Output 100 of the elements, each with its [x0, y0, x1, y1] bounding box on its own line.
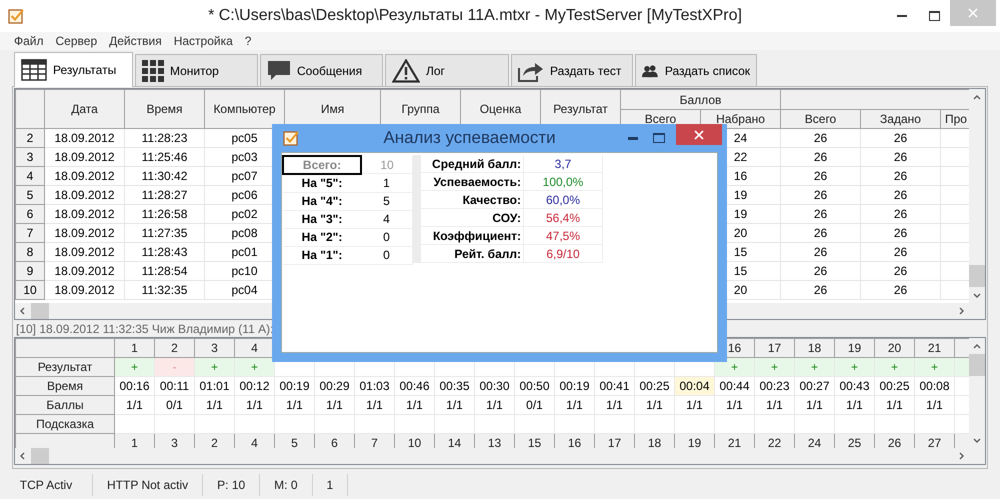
row-number[interactable]: 9: [16, 262, 44, 280]
result-cell: +: [114, 358, 154, 376]
order-number: 3: [154, 434, 194, 448]
metric-label: СОУ:: [421, 208, 524, 226]
tab[interactable]: Раздать тест: [511, 54, 633, 86]
dialog-title: Анализ успеваемости: [382, 128, 557, 148]
table-cell: 18.09.2012: [44, 128, 124, 148]
column-header[interactable]: Компьютер: [204, 90, 284, 128]
metric-value: 3,7: [524, 155, 602, 172]
score-cell: 1/1: [794, 396, 834, 414]
order-number: 6: [314, 434, 354, 448]
record-caption: [10] 18.09.2012 11:32:35 Чиж Владимир (11 А):: [15, 320, 274, 337]
order-number: 17: [594, 434, 634, 448]
status-item: HTTP Not activ: [93, 474, 204, 496]
scrollbar-thumb[interactable]: [31, 303, 49, 319]
menu-item[interactable]: Настройка: [168, 34, 239, 48]
score-cell: 1/1: [554, 396, 594, 414]
tab[interactable]: Лог: [385, 54, 509, 86]
column-header[interactable]: Задано: [860, 110, 940, 128]
order-number: 10: [394, 434, 434, 448]
score-cell: 1/1: [914, 396, 954, 414]
status-item: TCP Activ: [0, 474, 93, 496]
row-number[interactable]: 10: [16, 280, 44, 300]
result-cell: +: [874, 358, 914, 376]
table-cell: 26: [780, 262, 860, 280]
table-cell: 11:28:23: [124, 128, 204, 148]
table-cell: 26: [860, 186, 940, 204]
score-cell: 1/1: [314, 396, 354, 414]
stat-label: На "5":: [283, 174, 361, 192]
question-number: 21: [914, 338, 954, 358]
scrollbar-thumb[interactable]: [969, 265, 985, 287]
metric-label: Рейт. балл:: [421, 244, 524, 262]
table-cell: 26: [780, 280, 860, 300]
column-header[interactable]: Всего: [780, 110, 860, 128]
column-header[interactable]: Дата: [44, 90, 124, 128]
question-number: 20: [874, 338, 914, 358]
order-number: 24: [794, 434, 834, 448]
score-cell: 1/1: [114, 396, 154, 414]
row-number[interactable]: 4: [16, 166, 44, 186]
row-number[interactable]: 6: [16, 204, 44, 224]
menu-item[interactable]: Сервер: [50, 34, 104, 48]
tab[interactable]: Сообщения: [260, 54, 383, 86]
table-cell: 18.09.2012: [44, 280, 124, 300]
score-cell: 1/1: [714, 396, 754, 414]
maximize-icon: [653, 133, 665, 143]
scrollbar-thumb[interactable]: [31, 448, 49, 464]
row-number[interactable]: 2: [16, 128, 44, 148]
table-cell: 11:27:35: [124, 224, 204, 242]
table-cell: 11:28:43: [124, 242, 204, 262]
score-cell: 1/1: [434, 396, 474, 414]
status-item: M: 0: [260, 474, 313, 496]
order-number: 14: [434, 434, 474, 448]
row-number[interactable]: 3: [16, 148, 44, 166]
table-cell: 18.09.2012: [44, 148, 124, 166]
table-cell: 26: [860, 262, 940, 280]
table-cell: 11:30:42: [124, 166, 204, 186]
result-cell: +: [834, 358, 874, 376]
table-cell: 26: [780, 224, 860, 242]
stat-label: Всего:: [283, 156, 361, 174]
minimize-icon: [897, 14, 907, 18]
row-number[interactable]: 7: [16, 224, 44, 242]
score-cell: 1/1: [474, 396, 514, 414]
table-cell: 26: [780, 166, 860, 186]
column-group-header: Баллов: [620, 90, 780, 110]
time-cell: 00:27: [794, 376, 834, 396]
scrollbar-thumb[interactable]: [969, 354, 985, 376]
menu-item[interactable]: Файл: [8, 34, 50, 48]
stat-label: На "4":: [283, 192, 361, 210]
status-item: 1: [312, 474, 348, 496]
row-number[interactable]: 5: [16, 186, 44, 204]
order-number: 26: [874, 434, 914, 448]
score-cell: 1/1: [674, 396, 714, 414]
metric-value: 6,9/10: [524, 244, 602, 262]
order-number: 16: [554, 434, 594, 448]
menu-item[interactable]: Действия: [103, 34, 168, 48]
tab[interactable]: Результаты: [14, 52, 133, 87]
metric-value: 56,4%: [524, 208, 602, 226]
score-cell: 1/1: [594, 396, 634, 414]
order-number: 22: [754, 434, 794, 448]
question-number: 1: [114, 338, 154, 358]
order-number: 2: [194, 434, 234, 448]
tab[interactable]: Монитор: [135, 54, 258, 86]
column-header[interactable]: Время: [124, 90, 204, 128]
time-cell: 00:25: [874, 376, 914, 396]
metric-label: Коэффициент:: [421, 226, 524, 244]
table-cell: 18.09.2012: [44, 166, 124, 186]
table-cell: 11:26:58: [124, 204, 204, 224]
app-icon: [8, 8, 24, 24]
close-button[interactable]: [676, 124, 722, 145]
column-header[interactable]: Про: [940, 110, 969, 128]
table-cell: 26: [860, 166, 940, 186]
menu-item[interactable]: ?: [238, 34, 258, 48]
order-number: 19: [674, 434, 714, 448]
time-cell: 00:41: [594, 376, 634, 396]
stat-label: На "1":: [283, 246, 361, 264]
score-cell: 0/1: [514, 396, 554, 414]
tab[interactable]: Раздать список: [635, 54, 757, 86]
row-number[interactable]: 8: [16, 242, 44, 262]
result-cell: +: [234, 358, 274, 376]
close-icon: [694, 130, 704, 140]
